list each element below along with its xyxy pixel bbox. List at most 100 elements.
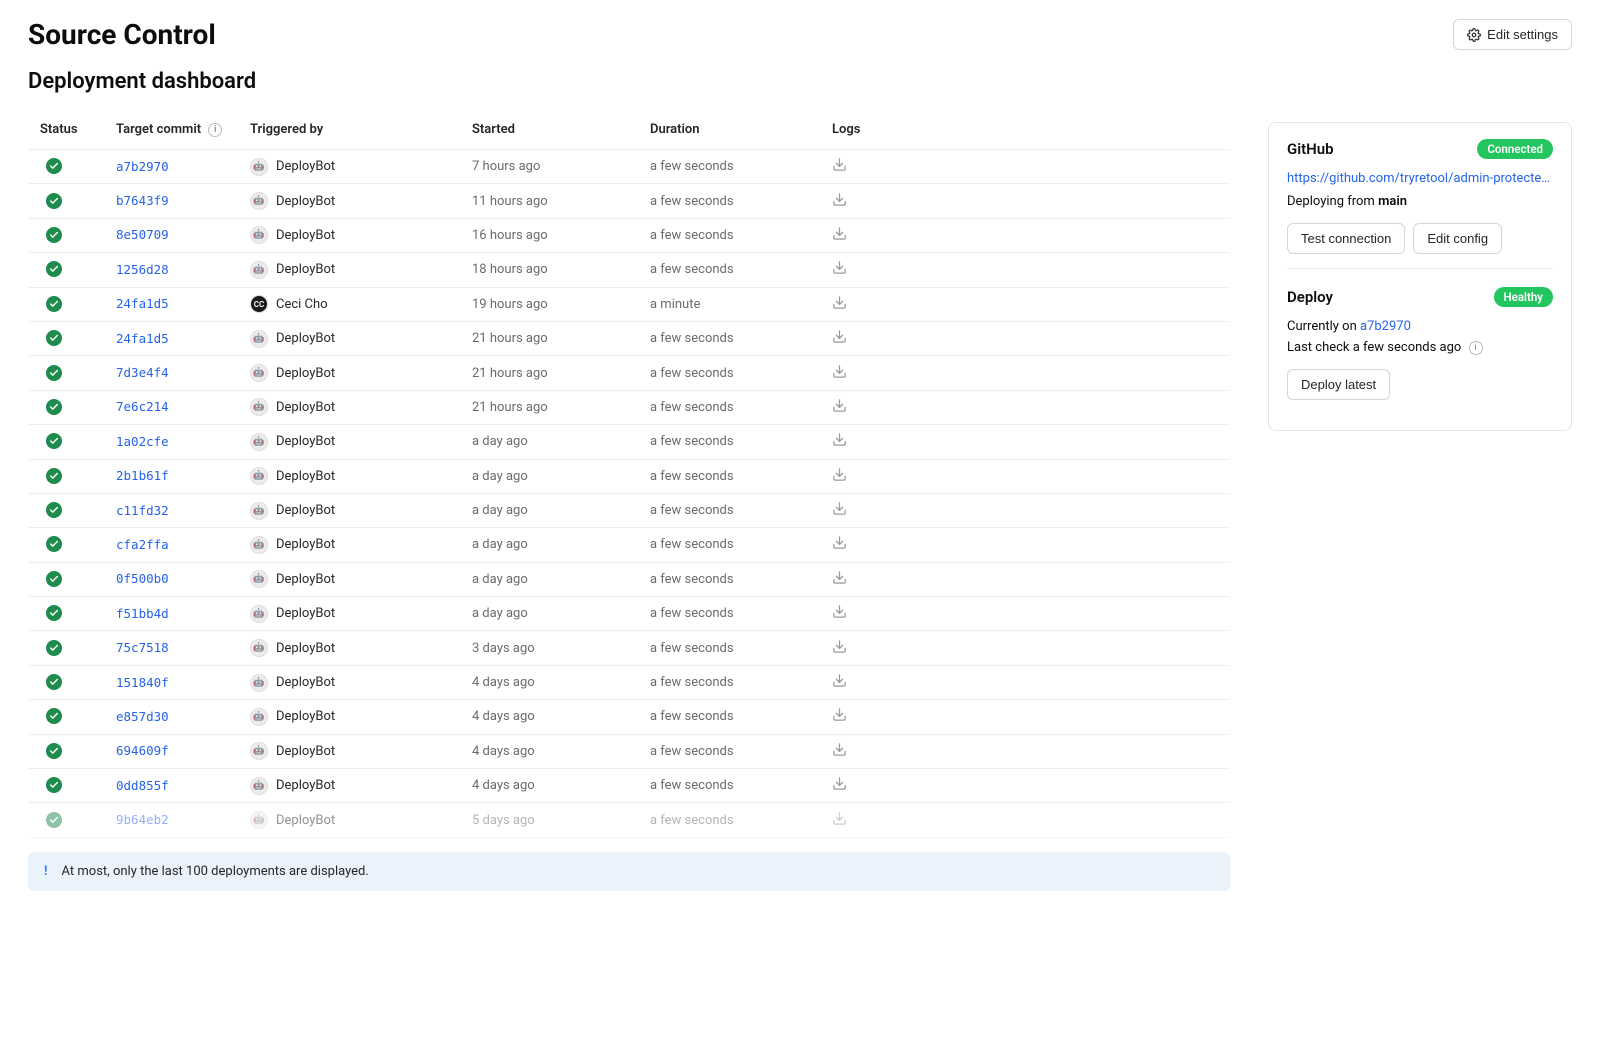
table-row: 0f500b0🤖DeployBota day agoa few seconds [28,563,1230,597]
commit-link[interactable]: 7e6c214 [116,399,169,414]
triggered-by-name: DeployBot [276,366,335,381]
github-repo-link[interactable]: https://github.com/tryretool/admin-prote… [1287,171,1553,186]
avatar: 🤖 [250,502,268,520]
started-time: 18 hours ago [472,262,650,277]
download-icon[interactable] [832,711,847,726]
status-success-icon [46,296,62,312]
status-badge: Connected [1477,139,1553,159]
duration-text: a few seconds [650,366,832,381]
deploy-latest-button[interactable]: Deploy latest [1287,369,1390,400]
duration-text: a few seconds [650,778,832,793]
download-icon[interactable] [832,402,847,417]
download-icon[interactable] [832,746,847,761]
started-time: a day ago [472,606,650,621]
commit-link[interactable]: a7b2970 [116,159,169,174]
status-success-icon [46,571,62,587]
status-success-icon [46,399,62,415]
edit-settings-button[interactable]: Edit settings [1453,19,1572,50]
download-icon[interactable] [832,677,847,692]
triggered-by-name: DeployBot [276,606,335,621]
commit-link[interactable]: 0dd855f [116,778,169,793]
download-icon[interactable] [832,264,847,279]
commit-link[interactable]: 2b1b61f [116,468,169,483]
triggered-by-name: DeployBot [276,572,335,587]
commit-link[interactable]: 0f500b0 [116,571,169,586]
duration-text: a few seconds [650,228,832,243]
edit-config-button[interactable]: Edit config [1413,223,1502,254]
info-icon[interactable]: i [208,123,222,137]
commit-link[interactable]: 7d3e4f4 [116,365,169,380]
started-time: 21 hours ago [472,400,650,415]
started-time: a day ago [472,503,650,518]
duration-text: a few seconds [650,709,832,724]
test-connection-button[interactable]: Test connection [1287,223,1405,254]
commit-link[interactable]: 24fa1d5 [116,296,169,311]
gear-icon [1467,28,1481,42]
avatar: 🤖 [250,398,268,416]
status-success-icon [46,536,62,552]
download-icon[interactable] [832,815,847,830]
commit-link[interactable]: 24fa1d5 [116,331,169,346]
avatar: 🤖 [250,192,268,210]
table-row: c11fd32🤖DeployBota day agoa few seconds [28,494,1230,528]
avatar: 🤖 [250,158,268,176]
triggered-by-name: DeployBot [276,194,335,209]
duration-text: a few seconds [650,503,832,518]
status-success-icon [46,605,62,621]
info-icon[interactable]: i [1469,341,1483,355]
table-row: 7d3e4f4🤖DeployBot21 hours agoa few secon… [28,356,1230,390]
commit-link[interactable]: 1a02cfe [116,434,169,449]
commit-link[interactable]: cfa2ffa [116,537,169,552]
commit-link[interactable]: 9b64eb2 [116,812,169,827]
commit-link[interactable]: e857d30 [116,709,169,724]
duration-text: a few seconds [650,262,832,277]
commit-link[interactable]: 151840f [116,675,169,690]
current-commit-link[interactable]: a7b2970 [1360,319,1411,334]
github-card: GitHub Connected https://github.com/tryr… [1287,139,1553,268]
info-icon: ! [44,864,48,879]
commit-link[interactable]: 8e50709 [116,227,169,242]
deployments-table: Status Target commit i Triggered by Star… [28,122,1230,891]
duration-text: a few seconds [650,194,832,209]
status-success-icon [46,468,62,484]
commit-link[interactable]: 75c7518 [116,640,169,655]
download-icon[interactable] [832,780,847,795]
duration-text: a few seconds [650,744,832,759]
download-icon[interactable] [832,643,847,658]
duration-text: a few seconds [650,434,832,449]
avatar: 🤖 [250,674,268,692]
deploy-current-commit: Currently on a7b2970 [1287,319,1553,334]
download-icon[interactable] [832,368,847,383]
download-icon[interactable] [832,471,847,486]
download-icon[interactable] [832,230,847,245]
duration-text: a few seconds [650,331,832,346]
page-title: Source Control [28,18,216,51]
status-success-icon [46,227,62,243]
status-success-icon [46,777,62,793]
download-icon[interactable] [832,505,847,520]
started-time: 11 hours ago [472,194,650,209]
commit-link[interactable]: f51bb4d [116,606,169,621]
table-row: 0dd855f🤖DeployBot4 days agoa few seconds [28,769,1230,803]
download-icon[interactable] [832,574,847,589]
started-time: 19 hours ago [472,297,650,312]
download-icon[interactable] [832,608,847,623]
triggered-by-name: DeployBot [276,778,335,793]
table-row: 151840f🤖DeployBot4 days agoa few seconds [28,666,1230,700]
avatar: 🤖 [250,570,268,588]
triggered-by-name: DeployBot [276,228,335,243]
commit-link[interactable]: 694609f [116,743,169,758]
avatar: 🤖 [250,605,268,623]
download-icon[interactable] [832,299,847,314]
commit-link[interactable]: b7643f9 [116,193,169,208]
download-icon[interactable] [832,333,847,348]
download-icon[interactable] [832,436,847,451]
commit-link[interactable]: 1256d28 [116,262,169,277]
download-icon[interactable] [832,539,847,554]
download-icon[interactable] [832,196,847,211]
duration-text: a few seconds [650,606,832,621]
download-icon[interactable] [832,161,847,176]
table-row: 24fa1d5🤖DeployBot21 hours agoa few secon… [28,322,1230,356]
duration-text: a few seconds [650,675,832,690]
commit-link[interactable]: c11fd32 [116,503,169,518]
